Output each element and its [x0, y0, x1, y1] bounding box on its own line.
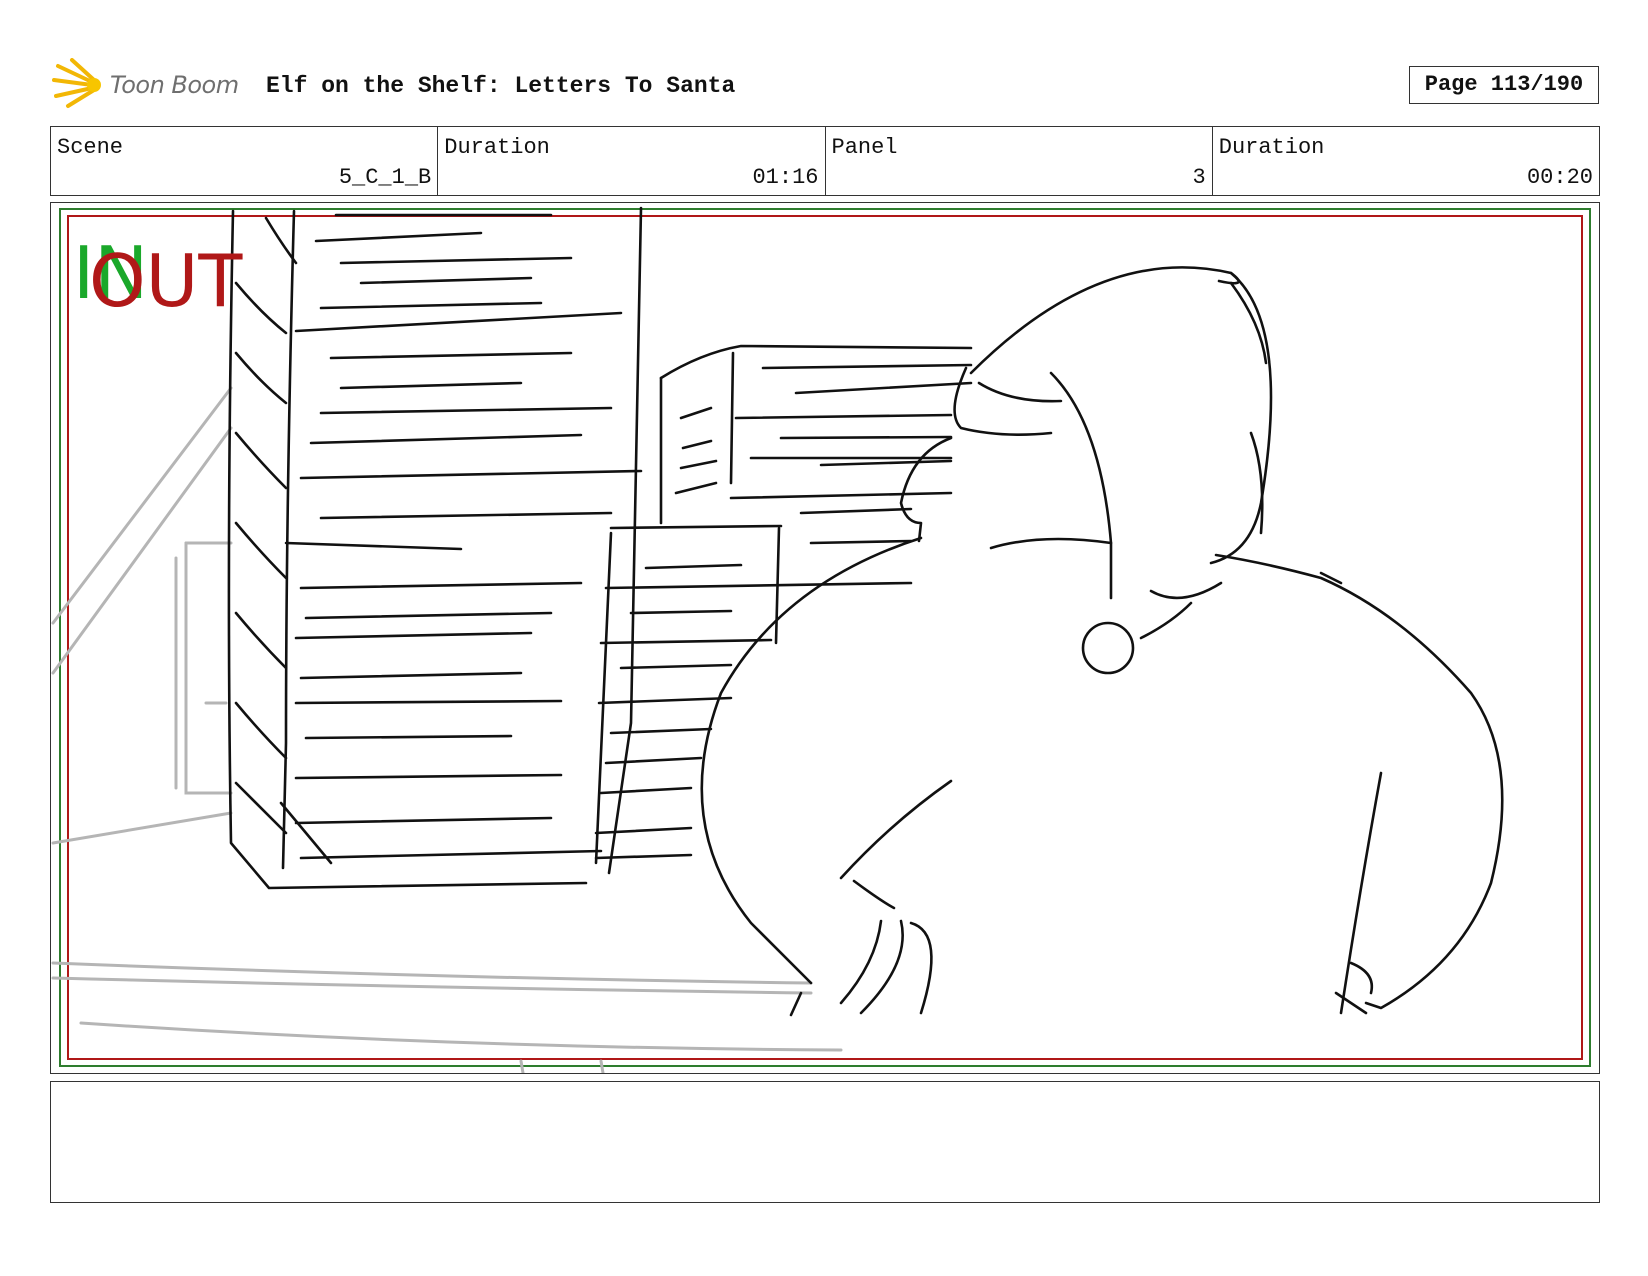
page-number: Page 113/190 [1409, 66, 1599, 104]
logo-text: Toon Boom [110, 71, 239, 99]
project-title: Elf on the Shelf: Letters To Santa [266, 73, 736, 99]
panel-drawing: IN OUT [51, 206, 1591, 1073]
scene-duration-cell: Duration 01:16 [438, 127, 826, 195]
scene-duration-label: Duration [444, 135, 550, 160]
panel-duration-label: Duration [1218, 135, 1325, 160]
scene-cell: Scene 5_C_1_B [51, 127, 439, 195]
scene-label: Scene [57, 135, 124, 160]
panel-cell: Panel 3 [826, 127, 1213, 195]
scene-value: 5_C_1_B [338, 165, 432, 190]
panel-value: 3 [1192, 165, 1206, 190]
camera-frame-green [59, 208, 1591, 1067]
panel-label: Panel [831, 135, 898, 160]
panel-duration-value: 00:20 [1526, 165, 1593, 190]
out-marker: OUT [89, 239, 243, 323]
panel-duration-cell: Duration 00:20 [1213, 127, 1599, 195]
scene-duration-value: 01:16 [752, 165, 819, 190]
scene-info-table: Scene 5_C_1_B Duration 01:16 Panel 3 Dur… [50, 126, 1600, 196]
panel-notes-box [50, 1081, 1600, 1203]
background-sketch [51, 386, 843, 1073]
storyboard-panel: IN OUT [50, 202, 1600, 1074]
foreground-sketch [227, 206, 1504, 1017]
